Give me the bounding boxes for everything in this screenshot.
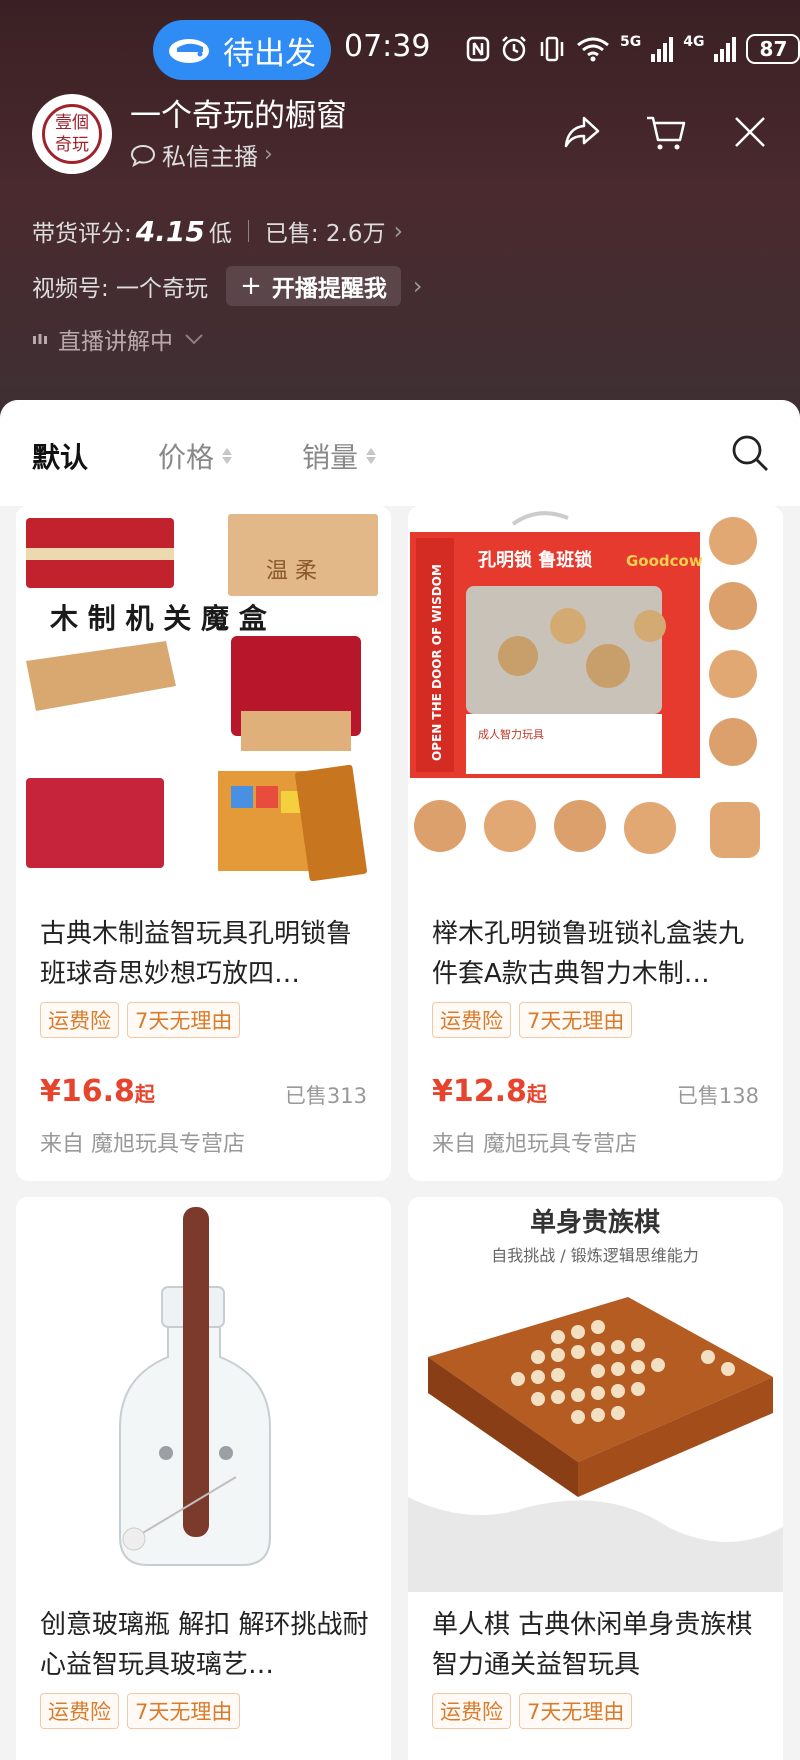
box-side-text: OPEN THE DOOR OF WISDOM xyxy=(430,564,444,761)
price-suffix: 起 xyxy=(134,1082,155,1106)
shop-avatar[interactable]: 壹個 奇玩 xyxy=(32,94,112,174)
plus-icon: + xyxy=(240,271,262,301)
rating-label: 带货评分: xyxy=(32,221,132,247)
image-subheading: 自我挑战 / 锻炼逻辑思维能力 xyxy=(491,1246,699,1265)
vibrate-icon xyxy=(540,36,564,62)
chat-bubble-icon xyxy=(130,144,156,167)
product-store: 来自 魔旭玩具专营店 xyxy=(432,1132,637,1157)
wifi-icon xyxy=(577,37,609,62)
rating-level: 低 xyxy=(208,221,232,247)
product-price: ¥12.8起 xyxy=(432,1074,547,1109)
box-brand: Goodcow xyxy=(626,552,703,570)
chevron-right-icon: › xyxy=(264,142,273,167)
status-bar: 待出发 07:39 5G 4G 87 xyxy=(0,20,800,80)
product-card[interactable]: OPEN THE DOOR OF WISDOM 孔明锁 鲁班锁 Goodcow … xyxy=(408,506,783,1181)
channel-label: 视频号: 一个奇玩 xyxy=(32,276,209,302)
sort-sales-label: 销量 xyxy=(302,441,359,474)
trip-status-pill[interactable]: 待出发 xyxy=(153,20,331,80)
cart-icon[interactable] xyxy=(644,110,688,154)
chevron-down-icon xyxy=(185,334,203,345)
product-card[interactable]: 温 柔 木 制 机 关 魔 盒 古典木制益智玩具孔明锁鲁班球奇思妙想巧放四… 运… xyxy=(16,506,391,1181)
dm-host-label: 私信主播 xyxy=(162,143,258,171)
price-suffix: 起 xyxy=(526,1082,547,1106)
product-image xyxy=(16,1197,391,1592)
product-tags: 运费险 7天无理由 xyxy=(40,1693,241,1729)
shop-header: 待出发 07:39 5G 4G 87 壹個 奇玩 一个奇玩的橱窗 私信主播 › xyxy=(0,0,800,430)
rating-row[interactable]: 带货评分: 4.15 低 已售: 2.6万 › xyxy=(32,214,403,248)
clock: 07:39 xyxy=(344,29,431,64)
product-sold: 已售313 xyxy=(284,1084,367,1108)
header-actions xyxy=(560,110,772,154)
product-title: 古典木制益智玩具孔明锁鲁班球奇思妙想巧放四… xyxy=(40,919,353,989)
product-image: 单身贵族棋 自我挑战 / 锻炼逻辑思维能力 xyxy=(408,1197,783,1592)
product-image: 温 柔 木 制 机 关 魔 盒 xyxy=(16,506,391,901)
product-price: ¥16.8起 xyxy=(40,1074,155,1109)
dm-host-link[interactable]: 私信主播 › xyxy=(130,137,273,172)
rating-score: 4.15 xyxy=(135,214,205,248)
live-bars-icon xyxy=(33,334,47,344)
sort-arrows-icon xyxy=(366,448,377,464)
battery-icon: 87 xyxy=(746,34,800,64)
close-icon[interactable] xyxy=(728,110,772,154)
sort-arrows-icon xyxy=(222,448,233,464)
system-icons: 5G 4G 87 xyxy=(466,34,800,64)
share-icon[interactable] xyxy=(560,110,604,154)
tag-shipping-insurance: 运费险 xyxy=(40,1002,119,1038)
trip-status-label: 待出发 xyxy=(223,35,316,72)
sort-default[interactable]: 默认 xyxy=(32,436,88,476)
tag-7day-return: 7天无理由 xyxy=(127,1693,241,1729)
network-4g-label: 4G xyxy=(683,34,705,50)
image-stamp-text: 温 柔 xyxy=(266,559,317,584)
live-reminder-button[interactable]: + 开播提醒我 xyxy=(226,266,401,306)
live-status[interactable]: 直播讲解中 xyxy=(32,322,205,356)
sort-bar: 默认 价格 销量 xyxy=(0,400,800,506)
tag-7day-return: 7天无理由 xyxy=(519,1693,633,1729)
tag-7day-return: 7天无理由 xyxy=(127,1002,241,1038)
product-card[interactable]: 单身贵族棋 自我挑战 / 锻炼逻辑思维能力 单人棋 古典休闲单身贵族棋智力通关益… xyxy=(408,1197,783,1760)
search-icon[interactable] xyxy=(730,433,770,473)
product-card[interactable]: 创意玻璃瓶 解扣 解环挑战耐心益智玩具玻璃艺… 运费险 7天无理由 xyxy=(16,1197,391,1760)
live-reminder-label: 开播提醒我 xyxy=(271,276,387,302)
product-sold: 已售138 xyxy=(676,1084,759,1108)
tag-shipping-insurance: 运费险 xyxy=(40,1693,119,1729)
train-icon xyxy=(169,39,209,63)
product-store: 来自 魔旭玩具专营店 xyxy=(40,1132,245,1157)
logo-line-2: 奇玩 xyxy=(55,135,89,155)
image-caption: 木 制 机 关 魔 盒 xyxy=(49,602,268,635)
shop-name: 一个奇玩的橱窗 xyxy=(130,98,347,134)
logo-line-1: 壹個 xyxy=(55,113,89,133)
tag-shipping-insurance: 运费险 xyxy=(432,1693,511,1729)
tag-shipping-insurance: 运费险 xyxy=(432,1002,511,1038)
product-sheet: 默认 价格 销量 温 柔 木 制 机 关 魔 盒 古典木制益智玩具孔明锁鲁班球奇… xyxy=(0,400,800,1760)
box-caption: 成人智力玩具 xyxy=(478,727,544,741)
price-value: ¥12.8 xyxy=(432,1074,527,1109)
tag-7day-return: 7天无理由 xyxy=(519,1002,633,1038)
channel-row: 视频号: 一个奇玩 + 开播提醒我 › xyxy=(32,266,422,306)
sort-sales[interactable]: 销量 xyxy=(302,436,377,476)
product-title: 榉木孔明锁鲁班锁礼盒装九件套A款古典智力木制… xyxy=(432,919,745,989)
product-title: 单人棋 古典休闲单身贵族棋智力通关益智玩具 xyxy=(432,1610,753,1680)
box-title: 孔明锁 鲁班锁 xyxy=(478,549,592,571)
product-title: 创意玻璃瓶 解扣 解环挑战耐心益智玩具玻璃艺… xyxy=(40,1610,369,1680)
chevron-right-icon: › xyxy=(393,217,404,245)
product-tags: 运费险 7天无理由 xyxy=(432,1693,633,1729)
network-5g-label: 5G xyxy=(620,34,642,50)
price-value: ¥16.8 xyxy=(40,1074,135,1109)
product-tags: 运费险 7天无理由 xyxy=(432,1002,633,1038)
sort-price-label: 价格 xyxy=(158,441,215,474)
sold-total: 已售: 2.6万 xyxy=(264,221,386,247)
shop-logo-seal: 壹個 奇玩 xyxy=(42,104,102,164)
nfc-icon xyxy=(466,36,490,62)
product-image: OPEN THE DOOR OF WISDOM 孔明锁 鲁班锁 Goodcow … xyxy=(408,506,783,901)
live-status-label: 直播讲解中 xyxy=(58,329,173,355)
product-tags: 运费险 7天无理由 xyxy=(40,1002,241,1038)
signal-icon xyxy=(651,37,674,62)
sort-price[interactable]: 价格 xyxy=(158,436,233,476)
signal-icon-2 xyxy=(714,37,737,62)
chevron-right-icon: › xyxy=(412,272,423,300)
image-heading: 单身贵族棋 xyxy=(530,1207,660,1238)
alarm-icon xyxy=(502,36,526,62)
divider xyxy=(247,220,249,242)
